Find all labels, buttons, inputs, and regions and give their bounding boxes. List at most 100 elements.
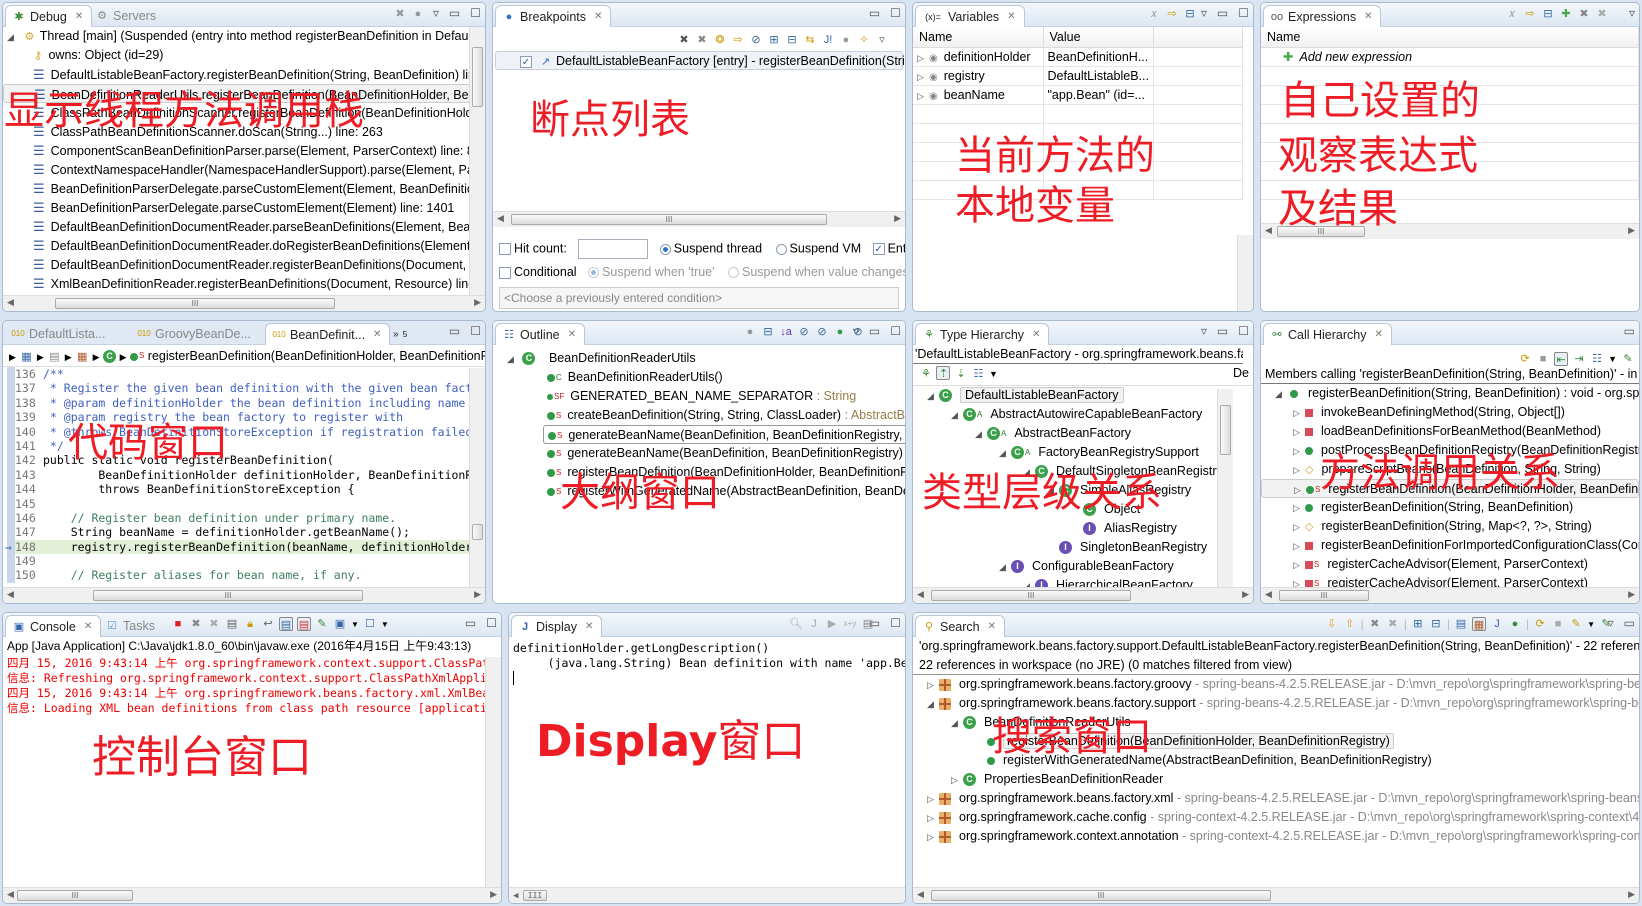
- expand-icon[interactable]: ▷: [1293, 423, 1305, 442]
- view-menu-icon[interactable]: ▿: [1201, 324, 1207, 338]
- stack-frame[interactable]: ☰ ClassPathBeanDefinitionScanner.register…: [3, 103, 485, 122]
- pin-console-icon[interactable]: ✎: [315, 617, 329, 631]
- close-icon[interactable]: ✕: [594, 11, 602, 22]
- layout-icon[interactable]: ☷: [1590, 352, 1604, 366]
- refresh-icon[interactable]: ⟳: [1518, 352, 1532, 366]
- hit-count-input[interactable]: [578, 239, 649, 259]
- hierarchy-node[interactable]: I AliasRegistry: [913, 519, 1231, 538]
- outline-member[interactable]: SregisterBeanDefinition(BeanDefinitionHo…: [493, 463, 905, 482]
- maximize-icon[interactable]: ☐: [890, 616, 901, 630]
- thread-item[interactable]: ◢ ⚙ Thread [main] (Suspended (entry into…: [3, 27, 485, 46]
- tab-console[interactable]: ▣ Console ✕: [5, 615, 102, 637]
- collapse-all-icon[interactable]: ⊟: [761, 325, 775, 339]
- overflow-tabs[interactable]: » 5: [387, 323, 415, 345]
- caller-item[interactable]: ▷ SregisterCacheAdvisor(Element, ParserCo…: [1261, 555, 1639, 574]
- console-output[interactable]: 四月 15, 2016 9:43:14 上午 org.springframewo…: [3, 656, 501, 716]
- tab-outline[interactable]: ☷ Outline ✕: [495, 323, 585, 345]
- execute-icon[interactable]: ▶: [825, 617, 839, 631]
- previous-match-icon[interactable]: ⇧: [1343, 617, 1357, 631]
- outline-member[interactable]: SF GENERATED_BEAN_NAME_SEPARATOR : String: [493, 387, 905, 406]
- view-menu-icon[interactable]: ▿: [1201, 6, 1207, 20]
- stack-frame[interactable]: ☰ XmlBeanDefinitionReader.registerBeanDef…: [3, 274, 485, 293]
- group-by-project-icon[interactable]: ▤: [1454, 617, 1468, 631]
- search-result[interactable]: ▷ org.springframework.cache.config - spri…: [913, 808, 1639, 827]
- remove-all-icon[interactable]: ✖: [695, 33, 709, 47]
- editor-vscroll[interactable]: [469, 368, 485, 587]
- dropdown-icon[interactable]: ▼: [351, 620, 359, 629]
- collapse-all-icon[interactable]: ⊟: [785, 33, 799, 47]
- expand-icon[interactable]: ▷: [927, 809, 939, 828]
- hierarchy-node[interactable]: I SingletonBeanRegistry: [913, 538, 1231, 557]
- caller-item[interactable]: ▷ ◇ registerBeanDefinition(String, Map<?, …: [1261, 517, 1639, 536]
- expand-icon[interactable]: ▷: [1293, 518, 1305, 537]
- search-result[interactable]: registerWithGeneratedName(AbstractBeanDe…: [913, 751, 1639, 770]
- expand-icon[interactable]: ◢: [951, 714, 963, 733]
- search-result[interactable]: registerBeanDefinition(BeanDefinitionHol…: [913, 732, 1639, 751]
- add-expression-icon[interactable]: ✚: [1559, 7, 1573, 21]
- outline-member[interactable]: C BeanDefinitionReaderUtils(): [493, 368, 905, 387]
- dropdown-icon[interactable]: ▼: [381, 620, 389, 629]
- expand-icon[interactable]: ◢: [1275, 385, 1287, 404]
- column-name[interactable]: Name: [913, 27, 1044, 48]
- show-logical-structure-icon[interactable]: ⇨: [1523, 7, 1537, 21]
- search-hscroll[interactable]: ◀ III ▶: [913, 887, 1639, 903]
- add-expression-row[interactable]: ✚ Add new expression: [1261, 47, 1639, 67]
- hierarchy-vscroll[interactable]: [1217, 389, 1233, 587]
- hierarchy-node[interactable]: ◢ C A FactoryBeanRegistrySupport: [913, 443, 1231, 462]
- search-result[interactable]: ▷ C PropertiesBeanDefinitionReader: [913, 770, 1639, 789]
- word-wrap-icon[interactable]: ↩: [261, 617, 275, 631]
- threads-icon[interactable]: ●: [411, 7, 425, 21]
- stack-frame[interactable]: ☰ BeanDefinitionParserDelegate.parseCusto…: [3, 179, 485, 198]
- cancel-icon[interactable]: ■: [1551, 617, 1565, 631]
- remove-all-expressions-icon[interactable]: ✖: [1595, 7, 1609, 21]
- minimize-icon[interactable]: ▭: [1217, 324, 1228, 338]
- minimize-icon[interactable]: ▭: [1624, 324, 1635, 338]
- show-logical-structure-icon[interactable]: ⇨: [1165, 7, 1179, 21]
- caller-item[interactable]: ▷ loadBeanDefinitionsForBeanMethod(BeanMe…: [1261, 422, 1639, 441]
- expand-icon[interactable]: ◢: [1047, 482, 1059, 501]
- view-menu-icon[interactable]: ▿: [1629, 6, 1635, 20]
- close-icon[interactable]: ✕: [1007, 11, 1015, 22]
- breadcrumb-method[interactable]: registerBeanDefinition(BeanDefinitionHol…: [148, 349, 485, 363]
- call-root[interactable]: ◢ registerBeanDefinition(String, BeanDef…: [1261, 384, 1639, 403]
- dropdown-icon[interactable]: ▼: [1587, 620, 1595, 629]
- show-stderr-icon[interactable]: ▤: [297, 617, 311, 631]
- variable-row[interactable]: ▷ ◉ registry DefaultListableB...: [913, 66, 1243, 86]
- call-hierarchy-hscroll[interactable]: ◀ III ▶: [1261, 587, 1639, 603]
- editor-tab-active[interactable]: 010 BeanDefinit... ✕: [265, 323, 391, 345]
- conditional-checkbox[interactable]: [499, 266, 511, 279]
- stack-frame[interactable]: ☰ DefaultBeanDefinitionDocumentReader.par…: [3, 217, 485, 236]
- expand-icon[interactable]: ◢: [927, 387, 939, 406]
- stack-frame[interactable]: ☰ ClassPathBeanDefinitionScanner.doScan(S…: [3, 122, 485, 141]
- hide-static-icon[interactable]: ⊘: [815, 325, 829, 339]
- owns-item[interactable]: ⚷ owns: Object (id=29): [3, 46, 485, 65]
- editor-hscroll[interactable]: ◀ III ▶: [3, 587, 485, 603]
- suspend-true-radio[interactable]: [588, 267, 600, 279]
- expand-icon[interactable]: ▷: [951, 771, 963, 790]
- view-menu-icon[interactable]: ▿: [875, 33, 889, 47]
- close-icon[interactable]: ✕: [988, 621, 996, 632]
- remove-all-matches-icon[interactable]: ✖: [1386, 617, 1400, 631]
- maximize-icon[interactable]: ☐: [890, 324, 901, 338]
- maximize-icon[interactable]: ☐: [470, 6, 481, 20]
- caller-item[interactable]: ▷ registerBeanDefinitionForImportedConfig…: [1261, 536, 1639, 555]
- hierarchy-node[interactable]: ◢ C A AbstractAutowireCapableBeanFactory: [913, 405, 1231, 424]
- close-icon[interactable]: ✕: [1032, 329, 1040, 340]
- column-name[interactable]: Name: [1261, 27, 1639, 48]
- search-result[interactable]: ◢ org.springframework.beans.factory.suppo…: [913, 694, 1639, 713]
- expand-icon[interactable]: ◢: [999, 444, 1011, 463]
- hierarchy-node[interactable]: ◢ I ConfigurableBeanFactory: [913, 557, 1231, 576]
- remove-all-terminated-icon[interactable]: ✖: [207, 617, 221, 631]
- hierarchy-node[interactable]: ◢ C DefaultListableBeanFactory: [913, 386, 1231, 405]
- display-editor[interactable]: definitionHolder.getLongDescription() (j…: [509, 637, 905, 903]
- entry-checkbox[interactable]: [872, 243, 885, 255]
- link-icon[interactable]: ⇆: [803, 33, 817, 47]
- minimize-icon[interactable]: ▭: [465, 616, 476, 630]
- tab-breakpoints[interactable]: ● Breakpoints ✕: [495, 5, 612, 27]
- expand-icon[interactable]: ◢: [507, 350, 519, 369]
- collapse-all-icon[interactable]: ⊟: [1541, 7, 1555, 21]
- display-result-icon[interactable]: J: [807, 617, 821, 631]
- display-hscroll[interactable]: ◀ III: [509, 887, 905, 903]
- project-icon[interactable]: ▦: [19, 350, 33, 364]
- minimize-icon[interactable]: ▭: [869, 6, 880, 20]
